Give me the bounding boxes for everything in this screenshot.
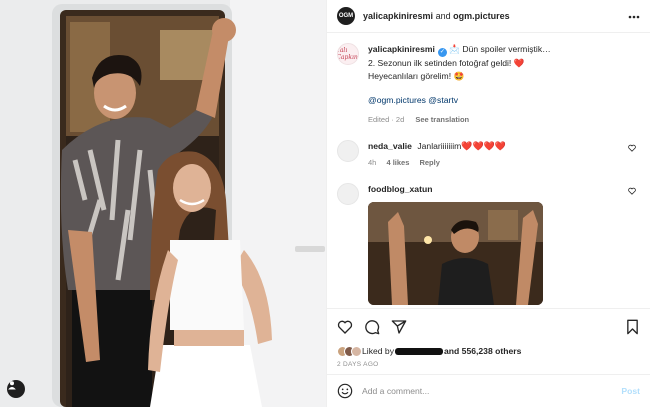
share-icon[interactable]	[391, 319, 407, 335]
verified-badge-icon: ✓	[437, 48, 447, 57]
post-details-panel: OGM yalicapkiniresmi and ogm.pictures Ya…	[326, 0, 650, 407]
photo-illustration	[0, 0, 326, 407]
post-photo[interactable]	[0, 0, 326, 407]
caption-line-2: 2. Sezonun ilk setinden fotoğraf geldi! …	[368, 58, 525, 68]
redacted-username	[395, 347, 444, 355]
person-icon	[8, 381, 16, 390]
commenter-avatar[interactable]	[337, 183, 359, 205]
caption-avatar[interactable]: Yalı Çapkını	[337, 43, 359, 65]
comment-hearts: ❤️❤️❤️❤️	[461, 141, 507, 151]
caption: Yalı Çapkını yalicapkiniresmi ✓ 📩 Dün spo…	[337, 43, 640, 126]
caption-mentions[interactable]: @ogm.pictures @startv	[368, 94, 551, 107]
comment-text: Janlariiiiiiim	[417, 141, 462, 151]
add-comment-bar: Post	[327, 374, 650, 407]
comment-icon[interactable]	[364, 319, 380, 335]
liker-avatar	[351, 345, 362, 357]
comments-section[interactable]: Yalı Çapkını yalicapkiniresmi ✓ 📩 Dün spo…	[327, 33, 650, 308]
instagram-post-view: OGM yalicapkiniresmi and ogm.pictures Ya…	[0, 0, 650, 407]
comment-username[interactable]: foodblog_xatun	[368, 184, 432, 194]
collaborator-username[interactable]: ogm.pictures	[453, 11, 510, 21]
commenter-avatar[interactable]	[337, 140, 359, 162]
caption-edited: Edited · 2d	[368, 114, 405, 124]
post-header: OGM yalicapkiniresmi and ogm.pictures	[327, 0, 650, 33]
comment-body: foodblog_xatun	[368, 183, 640, 305]
author-avatar-text: OGM	[338, 13, 354, 19]
post-date: 2 DAYS AGO	[337, 361, 379, 368]
gif-illustration	[368, 202, 543, 305]
caption-username[interactable]: yalicapkiniresmi	[368, 44, 435, 54]
comment-gif[interactable]	[368, 202, 543, 305]
more-horizontal-icon	[628, 15, 640, 19]
post-comment-button[interactable]: Post	[621, 386, 640, 396]
caption-line-3: Heyecanlıları görelim! 🤩	[368, 70, 465, 81]
comment-username[interactable]: neda_valie	[368, 141, 412, 151]
and-text: and	[435, 11, 451, 21]
comment-reply-button[interactable]: Reply	[419, 158, 439, 167]
liked-by-suffix: and 556,238 others	[444, 346, 522, 356]
liker-avatars	[337, 345, 362, 357]
author-avatar[interactable]: OGM	[337, 7, 355, 25]
comment-time: 4h	[368, 158, 377, 167]
liked-by-prefix: Liked by	[362, 346, 395, 356]
comment-item: neda_valie Janlariiiiiiim❤️❤️❤️❤️ 4h 4 l…	[337, 140, 640, 169]
heart-icon[interactable]	[337, 319, 353, 335]
emoji-icon[interactable]	[337, 383, 353, 399]
comment-like-icon[interactable]	[628, 187, 636, 195]
caption-avatar-text: Yalı Çapkını	[337, 47, 359, 61]
post-authors: yalicapkiniresmi and ogm.pictures	[363, 11, 510, 21]
likes-summary[interactable]: Liked by and 556,238 others	[327, 344, 650, 358]
tagged-users-button[interactable]	[7, 380, 25, 398]
see-translation-link[interactable]: See translation	[415, 115, 469, 124]
comment-item: foodblog_xatun	[337, 183, 640, 305]
bookmark-icon[interactable]	[625, 319, 640, 335]
comment-likes[interactable]: 4 likes	[386, 158, 409, 167]
caption-line-1: 📩 Dün spoiler vermiştik…	[449, 44, 551, 54]
comment-body: neda_valie Janlariiiiiiim❤️❤️❤️❤️ 4h 4 l…	[368, 140, 640, 169]
caption-meta: Edited · 2d See translation	[368, 114, 551, 127]
author-username[interactable]: yalicapkiniresmi	[363, 11, 433, 21]
comment-like-icon[interactable]	[628, 144, 636, 152]
post-actions	[327, 308, 650, 344]
caption-body: yalicapkiniresmi ✓ 📩 Dün spoiler vermişti…	[368, 43, 551, 126]
comment-meta: 4h 4 likes Reply	[368, 157, 640, 169]
more-options-button[interactable]	[628, 10, 640, 22]
add-comment-input[interactable]	[362, 386, 622, 396]
